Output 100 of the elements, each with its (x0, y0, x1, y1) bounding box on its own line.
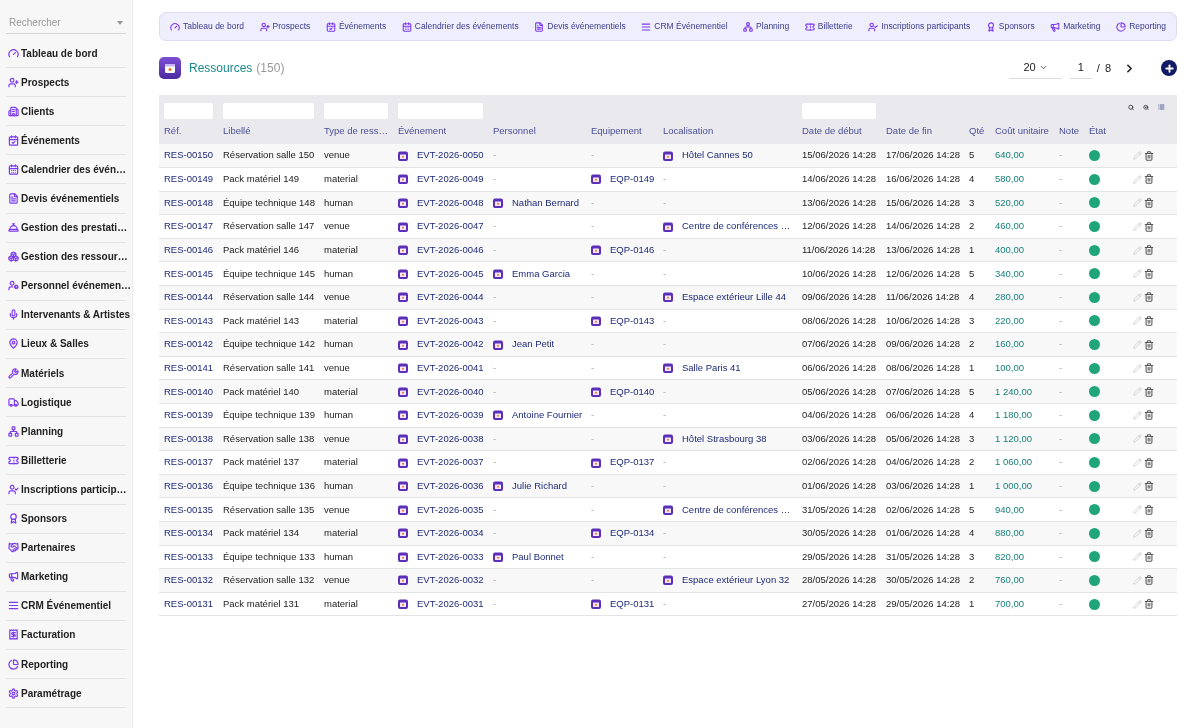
nav-link[interactable]: Inscriptions participants (868, 20, 971, 33)
reference-link[interactable]: RES-00141 (164, 362, 214, 373)
link[interactable]: Paul Bonnet (512, 549, 564, 564)
event-link[interactable]: EVT-2026-0041 (417, 361, 484, 376)
reference-link[interactable]: RES-00148 (164, 196, 214, 208)
delete-icon[interactable] (1144, 150, 1154, 161)
sidebar-item[interactable]: Gestion des ressour… (6, 242, 126, 272)
reference-link[interactable]: RES-00140 (164, 385, 214, 397)
sidebar-item[interactable]: Reporting (6, 649, 126, 680)
column-header[interactable]: Libellé (218, 119, 319, 144)
event-link[interactable]: EVT-2026-0042 (417, 337, 484, 352)
event-link[interactable]: EVT-2026-0038 (417, 431, 484, 447)
nav-link[interactable]: Sponsors (985, 20, 1035, 33)
column-header[interactable]: État (1084, 119, 1128, 144)
link[interactable]: Hôtel Strasbourg 38 (682, 431, 767, 447)
sidebar-item[interactable]: Inscriptions particip… (6, 475, 126, 505)
reference-link[interactable]: RES-00142 (164, 338, 214, 350)
column-header[interactable]: Type de ress… (319, 119, 393, 144)
reference-link[interactable]: RES-00133 (164, 550, 214, 562)
reference-link[interactable]: RES-00134 (164, 527, 214, 539)
column-header[interactable]: Personnel (488, 119, 586, 144)
link[interactable]: Julie Richard (512, 479, 567, 494)
nav-link[interactable]: Marketing (1050, 20, 1101, 33)
event-link[interactable]: EVT-2026-0037 (417, 455, 484, 470)
delete-icon[interactable] (1144, 481, 1154, 492)
event-link[interactable]: EVT-2026-0031 (417, 596, 484, 612)
delete-icon[interactable] (1144, 363, 1154, 374)
delete-icon[interactable] (1144, 575, 1154, 586)
column-header[interactable]: Equipement (586, 119, 658, 144)
delete-icon[interactable] (1144, 457, 1154, 468)
link[interactable]: Emma Garcia (512, 266, 571, 281)
delete-icon[interactable] (1144, 198, 1154, 208)
nav-link[interactable]: Calendrier des événements (401, 20, 519, 33)
nav-link[interactable]: Reporting (1116, 20, 1166, 33)
sidebar-item[interactable]: Partenaires (6, 533, 126, 563)
link[interactable]: EQP-0146 (610, 243, 655, 258)
reference-link[interactable]: RES-00146 (164, 244, 214, 256)
link[interactable]: EQP-0131 (610, 596, 655, 612)
reference-link[interactable]: RES-00144 (164, 291, 214, 303)
reference-link[interactable]: RES-00143 (164, 314, 214, 326)
add-button[interactable] (1161, 60, 1177, 76)
sidebar-item[interactable]: Facturation (6, 620, 126, 650)
event-link[interactable]: EVT-2026-0040 (417, 384, 484, 399)
event-link[interactable]: EVT-2026-0047 (417, 219, 484, 234)
link[interactable]: EQP-0143 (610, 313, 655, 329)
clear-filter-icon[interactable] (1143, 102, 1150, 112)
link[interactable]: EQP-0149 (610, 172, 655, 187)
reference-link[interactable]: RES-00135 (164, 503, 214, 515)
link[interactable]: Espace extérieur Lille 44 (682, 290, 787, 305)
delete-icon[interactable] (1144, 433, 1154, 444)
delete-icon[interactable] (1144, 551, 1154, 562)
delete-icon[interactable] (1144, 292, 1154, 303)
link[interactable]: Antoine Fournier (512, 408, 583, 423)
nav-link[interactable]: Devis événementiels (534, 20, 626, 33)
event-link[interactable]: EVT-2026-0033 (417, 549, 484, 564)
column-header[interactable]: Réf. (159, 119, 218, 144)
sidebar-item[interactable]: Tableau de bord (6, 39, 126, 69)
delete-icon[interactable] (1144, 315, 1154, 326)
sidebar-item[interactable]: Devis événementiels (6, 184, 126, 214)
sidebar-item[interactable]: CRM Événementiel (6, 591, 126, 621)
reference-link[interactable]: RES-00149 (164, 173, 214, 185)
delete-icon[interactable] (1144, 528, 1154, 539)
page-field[interactable]: 1 (1069, 57, 1092, 79)
delete-icon[interactable] (1144, 268, 1154, 279)
list-icon[interactable] (1158, 102, 1165, 112)
sidebar-item[interactable]: Marketing (6, 562, 126, 592)
reference-link[interactable]: RES-00136 (164, 480, 214, 491)
link[interactable]: EQP-0134 (610, 526, 655, 541)
sidebar-item[interactable]: Sponsors (6, 504, 126, 534)
event-link[interactable]: EVT-2026-0043 (417, 313, 484, 329)
column-header[interactable]: Coût unitaire (990, 119, 1054, 144)
event-link[interactable]: EVT-2026-0035 (417, 502, 484, 517)
reference-link[interactable]: RES-00137 (164, 456, 214, 468)
column-header[interactable]: Note (1054, 119, 1084, 144)
sidebar-item[interactable]: Calendrier des évén… (6, 155, 126, 185)
reference-link[interactable]: RES-00138 (164, 432, 214, 444)
sidebar-item[interactable]: Planning (6, 417, 126, 447)
column-header[interactable]: Événement (393, 119, 488, 144)
link[interactable]: Jean Petit (512, 337, 555, 352)
reference-link[interactable]: RES-00131 (164, 597, 214, 609)
event-link[interactable]: EVT-2026-0045 (417, 266, 484, 281)
delete-icon[interactable] (1144, 339, 1154, 350)
reference-link[interactable]: RES-00132 (164, 574, 214, 586)
nav-link[interactable]: Prospects (259, 20, 311, 33)
reference-link[interactable]: RES-00139 (164, 409, 214, 421)
event-link[interactable]: EVT-2026-0034 (417, 526, 484, 541)
event-link[interactable]: EVT-2026-0044 (417, 290, 484, 305)
event-link[interactable]: EVT-2026-0048 (417, 195, 484, 211)
page-size-select[interactable]: 20 (1009, 57, 1062, 79)
nav-link[interactable]: Événements (325, 20, 387, 33)
column-header[interactable]: Localisation (658, 119, 797, 144)
edit-icon[interactable] (1133, 576, 1142, 585)
sidebar-item[interactable]: Événements (6, 126, 126, 156)
search-field[interactable]: Rechercher (9, 15, 109, 30)
search-icon[interactable] (1128, 102, 1135, 112)
sidebar-item[interactable]: Lieux & Salles (6, 329, 126, 360)
link[interactable]: Centre de conférences … (682, 502, 791, 517)
link[interactable]: Espace extérieur Lyon 32 (682, 573, 790, 588)
sidebar-item[interactable]: Paramétrage (6, 679, 126, 709)
event-link[interactable]: EVT-2026-0036 (417, 479, 484, 494)
